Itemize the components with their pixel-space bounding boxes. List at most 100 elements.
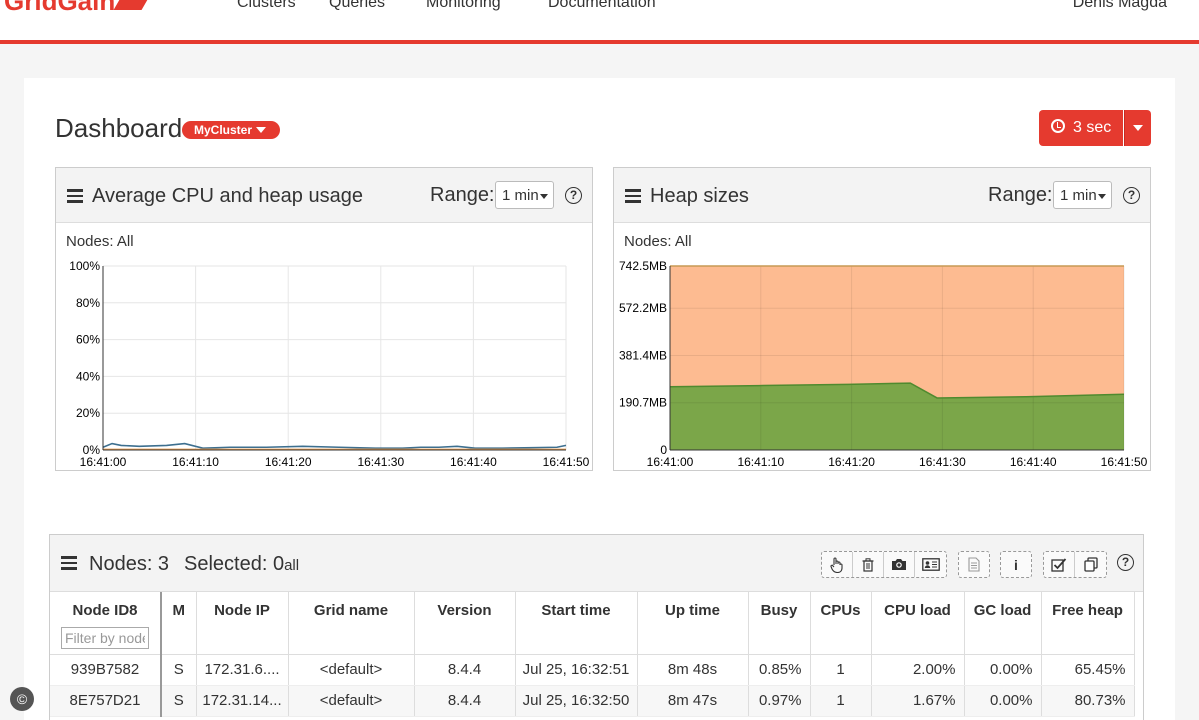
range-select[interactable]: 1 min xyxy=(495,181,554,209)
cell-free-heap: 65.45% xyxy=(1041,654,1135,686)
y-tick-label: 572.2MB xyxy=(619,301,667,315)
help-icon[interactable]: ? xyxy=(1123,187,1140,204)
table-header-row: Node ID8 M Node IP Grid name Version Sta… xyxy=(50,592,1135,655)
range-label: Range: xyxy=(430,184,495,206)
nav-link-documentation[interactable]: Documentation xyxy=(548,0,656,12)
cell-version: 8.4.4 xyxy=(414,654,516,686)
column-header-cpu-load[interactable]: CPU load xyxy=(871,592,965,655)
help-icon[interactable]: ? xyxy=(565,187,582,204)
x-tick-label: 16:41:30 xyxy=(919,455,966,469)
nav-link-clusters[interactable]: Clusters xyxy=(237,0,296,12)
caret-down-icon xyxy=(540,194,548,199)
x-tick-label: 16:41:00 xyxy=(647,455,694,469)
caret-down-icon xyxy=(1098,194,1106,199)
cell-node-ip: 172.31.14... xyxy=(196,685,289,717)
caret-down-icon xyxy=(1133,125,1143,131)
nav-link-queries[interactable]: Queries xyxy=(329,0,385,12)
column-header-busy[interactable]: Busy xyxy=(748,592,811,655)
range-select[interactable]: 1 min xyxy=(1053,181,1112,209)
node-filter-input[interactable] xyxy=(61,627,149,649)
y-tick-label: 100% xyxy=(69,259,100,273)
hand-pointer-icon[interactable] xyxy=(822,552,853,577)
column-header-free-heap[interactable]: Free heap xyxy=(1041,592,1135,655)
cell-mode: S xyxy=(161,654,197,686)
cell-cpu-load: 1.67% xyxy=(871,685,965,717)
hamburger-menu-icon[interactable] xyxy=(625,189,641,203)
y-tick-label: 80% xyxy=(76,296,100,310)
cpu-heap-panel: Average CPU and heap usage Range: 1 min … xyxy=(55,167,593,471)
column-header-m[interactable]: M xyxy=(161,592,197,655)
id-card-icon[interactable] xyxy=(915,552,946,577)
gridgain-logo[interactable]: GridGain xyxy=(4,0,149,17)
table-row[interactable]: 939B7582 S 172.31.6.... <default> 8.4.4 … xyxy=(50,654,1135,686)
checked-box-icon[interactable] xyxy=(1044,552,1075,577)
column-header-node-ip[interactable]: Node IP xyxy=(196,592,289,655)
y-tick-label: 190.7MB xyxy=(619,396,667,410)
cell-start-time: Jul 25, 16:32:50 xyxy=(515,685,638,717)
column-header-grid-name[interactable]: Grid name xyxy=(288,592,415,655)
camera-icon[interactable] xyxy=(884,552,915,577)
selected-all-link[interactable]: all xyxy=(284,557,299,574)
y-tick-label: 60% xyxy=(76,333,100,347)
x-tick-label: 16:41:20 xyxy=(828,455,875,469)
column-header-start-time[interactable]: Start time xyxy=(515,592,638,655)
y-tick-label: 0% xyxy=(83,443,101,457)
top-navbar: GridGain Clusters Queries Monitoring Doc… xyxy=(0,0,1199,44)
info-icon[interactable]: i xyxy=(1001,552,1031,577)
cell-mode: S xyxy=(161,685,197,717)
cluster-select[interactable]: MyCluster xyxy=(182,121,280,139)
copy-icon[interactable] xyxy=(1075,552,1106,577)
cell-node-id8[interactable]: 8E757D21 xyxy=(50,685,162,717)
x-tick-label: 16:41:40 xyxy=(1010,455,1057,469)
cell-gc-load: 0.00% xyxy=(964,654,1042,686)
user-menu[interactable]: Denis Magda xyxy=(1073,0,1167,12)
x-tick-label: 16:41:40 xyxy=(450,455,497,469)
x-tick-label: 16:41:50 xyxy=(543,455,590,469)
cell-node-id8[interactable]: 939B7582 xyxy=(50,654,162,686)
x-tick-label: 16:41:00 xyxy=(80,455,127,469)
column-header-up-time[interactable]: Up time xyxy=(637,592,749,655)
column-header-cpus[interactable]: CPUs xyxy=(810,592,872,655)
x-tick-label: 16:41:20 xyxy=(265,455,312,469)
column-header-version[interactable]: Version xyxy=(414,592,516,655)
nodes-count: Nodes: 3 xyxy=(89,553,170,575)
cell-version: 8.4.4 xyxy=(414,685,516,717)
cell-gc-load: 0.00% xyxy=(964,685,1042,717)
cell-grid-name: <default> xyxy=(288,654,415,686)
panel-header: Average CPU and heap usage Range: 1 min … xyxy=(56,168,592,223)
document-icon[interactable] xyxy=(959,552,989,577)
cell-cpus: 1 xyxy=(810,654,872,686)
hamburger-menu-icon[interactable] xyxy=(67,189,83,203)
x-tick-label: 16:41:10 xyxy=(172,455,219,469)
cell-grid-name: <default> xyxy=(288,685,415,717)
column-header-gc-load[interactable]: GC load xyxy=(964,592,1042,655)
page-title: Dashboard xyxy=(55,113,183,143)
report-toolbar xyxy=(958,551,990,578)
hamburger-menu-icon[interactable] xyxy=(61,556,77,570)
chevron-down-icon xyxy=(256,127,266,133)
nodes-table: Node ID8 M Node IP Grid name Version Sta… xyxy=(50,592,1135,717)
cell-up-time: 8m 48s xyxy=(637,654,749,686)
copyright-badge[interactable]: © xyxy=(10,687,34,711)
cell-cpu-load: 2.00% xyxy=(871,654,965,686)
y-tick-label: 40% xyxy=(76,369,100,383)
selection-toolbar xyxy=(1043,551,1107,578)
y-tick-label: 20% xyxy=(76,406,100,420)
range-label: Range: xyxy=(988,184,1053,206)
panel-title: Heap sizes xyxy=(650,185,749,207)
table-row[interactable]: 8E757D21 S 172.31.14... <default> 8.4.4 … xyxy=(50,685,1135,717)
selected-count: Selected: 0all xyxy=(184,553,300,575)
help-icon[interactable]: ? xyxy=(1117,554,1134,571)
cell-busy: 0.85% xyxy=(748,654,811,686)
nodes-panel: Nodes: 3 Selected: 0all i ? Node ID8 Fil… xyxy=(49,534,1144,720)
trash-icon[interactable] xyxy=(853,552,884,577)
cluster-name: MyCluster xyxy=(194,123,253,137)
cell-start-time: Jul 25, 16:32:51 xyxy=(515,654,638,686)
nav-link-monitoring[interactable]: Monitoring xyxy=(426,0,501,12)
refresh-rate-dropdown[interactable] xyxy=(1124,110,1151,146)
cell-cpus: 1 xyxy=(810,685,872,717)
panel-title: Average CPU and heap usage xyxy=(92,185,363,207)
nodes-filter-label: Nodes: All xyxy=(66,233,134,250)
column-header-node-id8[interactable]: Node ID8 xyxy=(50,592,162,655)
refresh-rate-button[interactable]: 3 sec xyxy=(1039,110,1123,146)
